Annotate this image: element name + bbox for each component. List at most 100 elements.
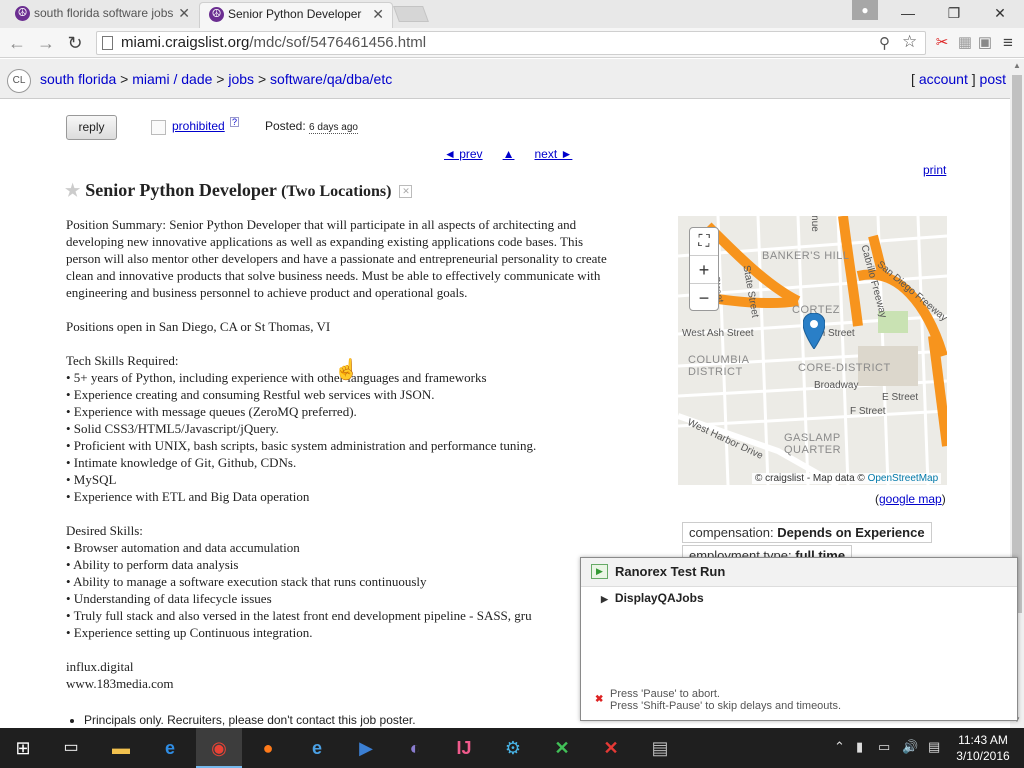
prev-link[interactable]: ◄ prev [444,147,483,161]
maximize-button[interactable]: ❐ [931,0,977,26]
clock[interactable]: 11:43 AM 3/10/2016 [950,732,1016,764]
posted-ago: 6 days ago [309,122,358,134]
body-line: • Solid CSS3/HTML5/Javascript/jQuery. [66,421,279,436]
browser-toolbar: ← → ↻ miami.craigslist.org/mdc/sof/54764… [0,28,1024,58]
print-link[interactable]: print [923,163,946,177]
zoom-out-button[interactable]: − [690,284,718,312]
favorite-star-icon[interactable]: ★ [65,181,80,200]
account-link[interactable]: account [919,71,968,87]
eclipse-icon[interactable]: ◐ [392,728,438,768]
app-window-icon[interactable]: ▤ [637,728,683,768]
body-line: • Ability to perform data analysis [66,557,239,572]
intellij-icon[interactable]: IJ [441,728,487,768]
hide-posting-icon[interactable]: ✕ [399,185,413,198]
chrome-icon[interactable]: ◉ [196,728,242,768]
ranorex-test-item[interactable]: ▶ DisplayQAJobs [601,591,704,605]
scrollbar-thumb[interactable] [1012,75,1022,613]
settings-gear-icon[interactable]: ⚙ [490,728,536,768]
breadcrumb-miami-dade[interactable]: miami / dade [132,71,212,87]
breadcrumb-software[interactable]: software/qa/dba/etc [270,71,392,87]
compensation-attr: compensation: Depends on Experience [682,522,932,543]
breadcrumb-south-florida[interactable]: south florida [40,71,116,87]
reply-button[interactable]: reply [66,115,117,140]
post-link[interactable]: post [980,71,1006,87]
ranorex-studio-icon[interactable]: ✕ [539,728,585,768]
ranorex-header: ▶ Ranorex Test Run [581,558,1017,587]
tab-title: south florida software jobs [34,6,174,20]
close-tab-icon[interactable]: ✕ [178,2,190,24]
body-line: Position Summary: Senior Python Develope… [66,217,577,232]
map-attribution-text: © craigslist - Map data © [755,473,865,484]
map-marker-icon[interactable] [803,313,825,349]
file-explorer-icon[interactable]: ▬ [98,728,144,768]
google-map: (google map) [875,492,946,506]
posted-date: Posted: 6 days ago [265,119,358,134]
user-profile-icon[interactable]: ● [852,0,878,20]
network-icon[interactable]: ▭ [878,739,890,755]
close-window-button[interactable]: ✕ [977,0,1023,26]
flag-checkbox[interactable] [151,120,166,135]
forward-arrow-icon[interactable]: → [35,32,57,54]
clock-time: 11:43 AM [958,733,1008,747]
flag-prohibited-link[interactable]: prohibited [172,119,225,133]
url-text[interactable]: miami.craigslist.org/mdc/sof/5476461456.… [121,34,426,52]
body-line: • 5+ years of Python, including experien… [66,370,487,385]
map-label: CORE-DISTRICT [798,362,891,374]
minimize-button[interactable]: — [885,0,931,26]
body-line: Desired Skills: [66,523,143,538]
internet-explorer-icon[interactable]: e [294,728,340,768]
reload-icon[interactable]: ↻ [64,32,86,54]
body-line: • Experience with message queues (ZeroMQ… [66,404,357,419]
task-view-icon[interactable]: ▭ [48,728,94,768]
tab-south-florida-jobs[interactable]: ☮ south florida software jobs ✕ [6,2,198,28]
extension-icon-2[interactable]: ▣ [976,34,994,52]
next-link[interactable]: next ► [534,147,572,161]
map-label: nue [808,216,820,232]
taskbar: ⊞ ▭ ▬ e ◉ ● e ▶ ◐ IJ ⚙ ✕ ✕ ▤ ⌃ ▮ ▭ 🔊 ▤ 1… [0,728,1024,768]
breadcrumb-separator: > [257,71,267,87]
map-label: GASLAMP QUARTER [784,432,842,456]
title-location: (Two Locations) [281,183,392,200]
powershell-icon[interactable]: ▶ [343,728,389,768]
craigslist-logo[interactable]: CL [7,69,31,93]
flag-help-icon[interactable]: ? [230,117,240,127]
zoom-in-button[interactable]: + [690,256,718,284]
map-label: COLUMBIA DISTRICT [688,354,749,378]
url-path: /mdc/sof/5476461456.html [249,34,427,51]
menu-icon[interactable]: ≡ [999,34,1017,52]
new-tab-button[interactable] [393,6,429,22]
abort-x-icon[interactable]: ✖ [595,694,603,706]
notice-item: Principals only. Recruiters, please don'… [84,713,416,727]
openstreetmap-link[interactable]: OpenStreetMap [868,473,939,484]
address-bar[interactable]: miami.craigslist.org/mdc/sof/5476461456.… [96,31,926,55]
battery-icon[interactable]: ▮ [856,739,863,755]
up-link[interactable]: ▲ [503,147,515,161]
ranorex-footer: ✖ Press 'Pause' to abort. Press 'Shift-P… [595,688,841,712]
edge-icon[interactable]: e [147,728,193,768]
back-arrow-icon[interactable]: ← [6,32,28,54]
zoom-search-icon[interactable]: ⚲ [879,34,890,52]
ranorex-spy-icon[interactable]: ✕ [588,728,634,768]
firefox-icon[interactable]: ● [245,728,291,768]
fullscreen-icon[interactable]: ⛶ [690,228,718,256]
close-tab-icon[interactable]: ✕ [372,3,384,25]
body-line: • MySQL [66,472,117,487]
volume-icon[interactable]: 🔊 [902,739,918,755]
test-item-label: DisplayQAJobs [614,591,704,605]
breadcrumb-jobs[interactable]: jobs [228,71,254,87]
expand-arrow-icon[interactable]: ▶ [601,594,608,604]
posting-title: ★ Senior Python Developer (Two Locations)… [65,180,413,201]
notifications-icon[interactable]: ▤ [928,739,940,755]
ranorex-test-run-window[interactable]: ▶ Ranorex Test Run ▶ DisplayQAJobs ✖ Pres… [580,557,1018,721]
tab-senior-python-developer[interactable]: ☮ Senior Python Developer ✕ [199,2,393,28]
start-windows-icon[interactable]: ⊞ [0,728,46,768]
extension-icon[interactable]: ▦ [956,34,974,52]
google-map-link[interactable]: google map [879,492,942,506]
show-hidden-icons-chevron[interactable]: ⌃ [834,739,845,755]
extension-tools-icon[interactable]: ✂ [933,34,951,52]
clock-date: 3/10/2016 [956,749,1010,763]
bookmark-star-icon[interactable]: ☆ [902,32,917,52]
scroll-up-icon[interactable]: ▲ [1013,61,1021,70]
prev-next-nav: ◄ prev ▲ next ► [444,147,572,161]
map-label: E Street [882,392,919,403]
